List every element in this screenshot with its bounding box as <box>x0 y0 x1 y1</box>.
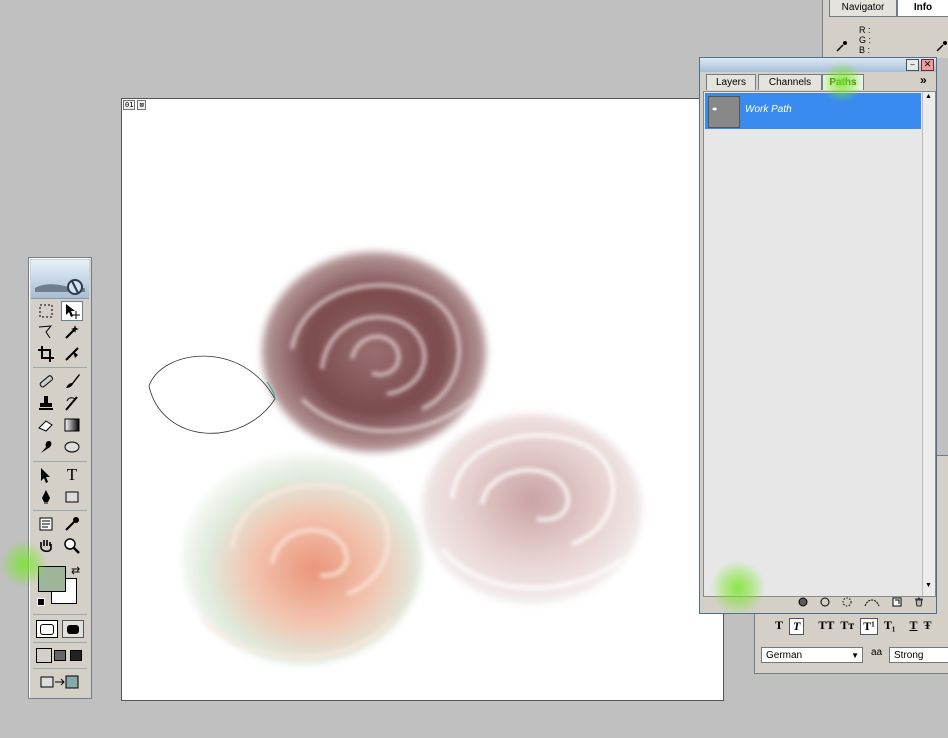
tab-paths[interactable]: Paths <box>822 74 864 90</box>
rgb-readout: R : G : B : <box>859 25 871 55</box>
magic-wand-tool-icon[interactable] <box>61 322 83 342</box>
path-name: Work Path <box>745 104 792 115</box>
tab-layers[interactable]: Layers <box>706 74 756 90</box>
toolbox-divider <box>33 668 87 669</box>
subscript-button[interactable]: T₁ <box>884 618 896 635</box>
document-tab-index: 01 <box>123 100 136 110</box>
scroll-up-icon[interactable]: ▲ <box>925 93 932 100</box>
blue-label: B : <box>859 45 871 55</box>
pen-tool-icon[interactable] <box>35 487 57 507</box>
language-select[interactable]: German ▼ <box>761 647 863 663</box>
vertical-scrollbar[interactable]: ▲ ▼ <box>922 92 935 596</box>
tab-channels[interactable]: Channels <box>758 74 822 90</box>
hand-tool-icon[interactable] <box>35 536 57 556</box>
path-thumbnail <box>708 96 740 128</box>
swap-colors-icon[interactable]: ⇄ <box>71 564 80 577</box>
antialias-icon: aa <box>871 647 883 658</box>
faux-italic-button[interactable]: T <box>789 618 805 635</box>
close-icon[interactable]: ✕ <box>921 59 934 71</box>
standard-mode-button[interactable] <box>36 620 58 638</box>
stroke-path-icon[interactable] <box>820 597 830 610</box>
history-brush-tool-icon[interactable] <box>61 393 83 413</box>
antialias-value: Strong <box>894 650 924 661</box>
toolbox-divider <box>33 614 87 615</box>
tab-info[interactable]: Info <box>897 0 948 17</box>
lasso-tool-icon[interactable] <box>35 322 57 342</box>
type-style-buttons: T T TT Tт T¹ T₁ T Ŧ <box>775 618 932 635</box>
notes-tool-icon[interactable] <box>35 514 57 534</box>
foreground-color-swatch[interactable] <box>38 566 66 592</box>
gradient-tool-icon[interactable] <box>61 415 83 435</box>
canvas-artwork <box>148 252 642 664</box>
faux-bold-button[interactable]: T <box>775 618 783 635</box>
tab-navigator[interactable]: Navigator <box>829 0 897 17</box>
delete-path-icon[interactable] <box>914 597 924 610</box>
palette-footer <box>702 596 934 611</box>
full-screen-menu-mode-button[interactable] <box>54 650 66 661</box>
small-caps-button[interactable]: Tт <box>840 618 854 635</box>
toolbox: T ⇄ <box>28 257 92 699</box>
paths-list: Work Path ▲ ▼ <box>703 91 936 597</box>
make-work-path-icon[interactable] <box>864 597 880 610</box>
minimize-icon[interactable]: – <box>906 59 919 71</box>
standard-screen-mode-button[interactable] <box>36 648 52 663</box>
imageready-icon <box>40 674 80 690</box>
palette-title-bar[interactable]: – ✕ <box>700 58 936 72</box>
info-panel: Navigator Info R : G : B : <box>822 0 948 58</box>
clone-stamp-tool-icon[interactable] <box>35 393 57 413</box>
antialias-select[interactable]: Strong <box>889 647 948 663</box>
palette-menu-button[interactable]: » <box>920 73 927 87</box>
quick-mask-mode-button[interactable] <box>62 620 84 638</box>
paths-palette: – ✕ Layers Channels Paths » Work Path ▲ … <box>699 57 937 614</box>
brush-tool-icon[interactable] <box>61 371 83 391</box>
type-tool-label: T <box>66 465 78 484</box>
document-canvas[interactable] <box>121 98 724 701</box>
toolbox-divider <box>33 367 87 368</box>
move-tool-icon[interactable] <box>61 301 83 321</box>
crop-tool-icon[interactable] <box>35 344 57 364</box>
red-label: R : <box>859 25 871 35</box>
chevron-down-icon: ▼ <box>851 651 859 660</box>
language-value: German <box>766 650 803 661</box>
underline-button[interactable]: T <box>910 618 918 635</box>
green-label: G : <box>859 35 872 45</box>
shape-tool-icon[interactable] <box>61 487 83 507</box>
marquee-tool-icon[interactable] <box>35 301 57 321</box>
strikethrough-button[interactable]: Ŧ <box>924 618 932 635</box>
load-as-selection-icon[interactable] <box>842 597 852 610</box>
dodge-tool-icon[interactable] <box>61 437 83 457</box>
healing-brush-tool-icon[interactable] <box>35 371 57 391</box>
eyedropper-icon <box>836 40 848 55</box>
scroll-down-icon[interactable]: ▼ <box>925 582 932 589</box>
work-path-outline <box>148 355 276 434</box>
default-colors-icon[interactable] <box>37 598 45 606</box>
type-tool-icon[interactable]: T <box>61 465 83 485</box>
slice-tool-icon[interactable] <box>61 344 83 364</box>
toolbox-divider <box>33 461 87 462</box>
blur-tool-icon[interactable] <box>35 437 57 457</box>
document-tab[interactable]: 01 ⊠ <box>123 100 146 110</box>
superscript-button[interactable]: T¹ <box>860 618 878 635</box>
jump-to-imageready-button[interactable] <box>38 673 82 691</box>
path-row-work-path[interactable]: Work Path <box>705 93 921 129</box>
new-path-icon[interactable] <box>892 597 902 610</box>
toolbox-logo[interactable] <box>31 260 89 299</box>
toolbox-divider <box>33 642 87 643</box>
document-close-icon[interactable]: ⊠ <box>137 100 146 110</box>
dark-rose <box>262 252 486 452</box>
all-caps-button[interactable]: TT <box>818 618 834 635</box>
eyedropper-tool-icon[interactable] <box>61 514 83 534</box>
fill-path-icon[interactable] <box>798 597 808 610</box>
full-screen-mode-button[interactable] <box>70 650 82 661</box>
zoom-tool-icon[interactable] <box>61 536 83 556</box>
eyedropper-icon <box>936 40 948 55</box>
toolbox-divider <box>33 510 87 511</box>
eraser-tool-icon[interactable] <box>35 415 57 435</box>
path-selection-tool-icon[interactable] <box>35 465 57 485</box>
